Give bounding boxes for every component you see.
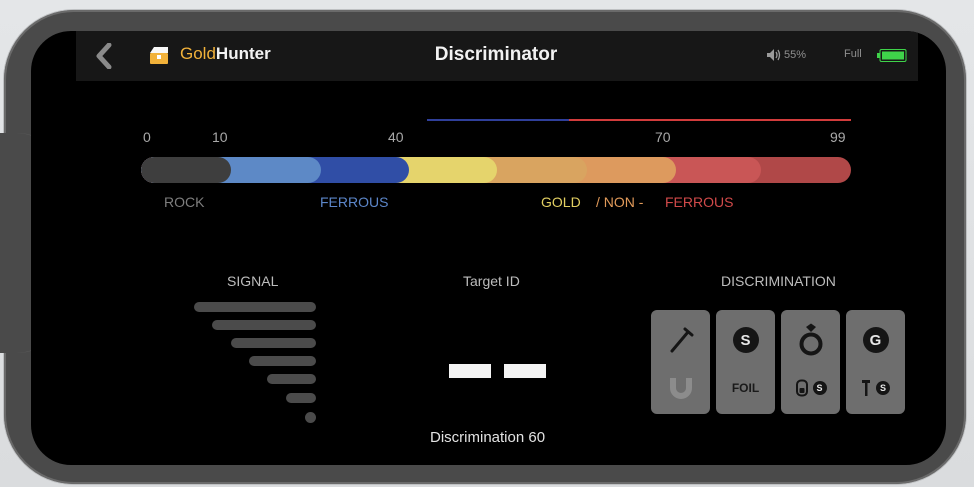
signal-bar <box>194 302 316 312</box>
battery-icon <box>877 49 907 62</box>
category-ferrous: FERROUS <box>320 194 389 210</box>
signal-dot <box>305 412 316 423</box>
range-indicator-nonferrous <box>569 119 851 121</box>
coin-s-icon: S <box>732 327 759 353</box>
screw-icon <box>862 380 870 396</box>
range-indicator-ferrous <box>427 119 569 121</box>
coin-g-icon: G <box>862 327 889 353</box>
brand-name: GoldHunter <box>180 44 271 64</box>
signal-bar <box>212 320 316 330</box>
speaker-icon <box>767 49 781 61</box>
brand-hunter: Hunter <box>215 44 271 63</box>
pull-tab-icon <box>795 379 808 397</box>
disc-tile-iron[interactable] <box>651 310 710 414</box>
tick-40: 40 <box>388 129 404 145</box>
disc-tile-ring[interactable]: S <box>781 310 840 414</box>
page-title: Discriminator <box>434 44 558 65</box>
small-coin-icon: S <box>876 381 890 395</box>
category-gold: GOLD <box>541 194 581 210</box>
tick-0: 0 <box>143 129 151 145</box>
tick-70: 70 <box>655 129 671 145</box>
discrimination-scale-bar[interactable] <box>141 157 851 183</box>
top-bar: GoldHunter Discriminator 55% Full <box>76 31 918 81</box>
category-separator: / NON - <box>596 194 644 210</box>
volume-value: 55% <box>784 49 807 61</box>
signal-bar <box>249 356 316 366</box>
discrimination-value: Discrimination 60 <box>430 429 546 446</box>
app-screen: GoldHunter Discriminator 55% Full 0 10 4… <box>31 31 946 465</box>
ring-icon <box>799 323 822 356</box>
small-coin-icon: S <box>812 381 827 395</box>
target-id-digit-2 <box>504 364 546 378</box>
foil-label: FOIL <box>731 381 760 395</box>
brand-gold: Gold <box>180 44 216 63</box>
target-id-digit-1 <box>449 364 491 378</box>
signal-bar <box>267 374 316 384</box>
battery-label: Full <box>844 48 862 60</box>
nail-icon <box>670 327 693 353</box>
back-chevron-icon[interactable] <box>94 43 114 69</box>
tick-10: 10 <box>212 129 228 145</box>
volume-indicator[interactable]: 55% <box>766 48 806 62</box>
discrimination-label: DISCRIMINATION <box>721 273 836 289</box>
target-id-label: Target ID <box>463 273 520 289</box>
signal-bar <box>286 393 316 403</box>
disc-tile-foil[interactable]: S FOIL <box>716 310 775 414</box>
treasure-chest-icon <box>150 47 168 64</box>
signal-bar <box>231 338 316 348</box>
category-rock: ROCK <box>164 194 205 210</box>
signal-label: SIGNAL <box>227 273 279 289</box>
category-nonferrous: FERROUS <box>665 194 734 210</box>
tick-99: 99 <box>830 129 846 145</box>
disc-tile-gold[interactable]: G S <box>846 310 905 414</box>
magnet-icon <box>669 378 692 399</box>
